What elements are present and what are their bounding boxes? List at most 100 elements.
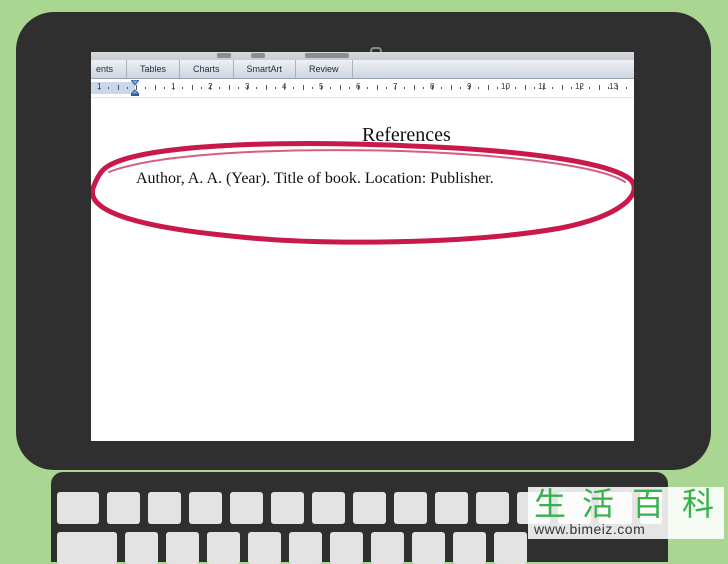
- ruler-tick: [265, 85, 267, 90]
- ruler-tick: [524, 85, 526, 90]
- toolbar-button-stub: [305, 53, 349, 58]
- ruler-tick: [228, 85, 230, 90]
- ruler[interactable]: 1 1 2 3 4 5 6 7 8 9 10 11 12 13: [91, 79, 634, 98]
- ribbon-tabs: ents Tables Charts SmartArt Review: [91, 60, 634, 79]
- ruler-tick: [543, 85, 544, 90]
- ruler-tick: [247, 85, 248, 90]
- ruler-tick: [561, 85, 563, 90]
- ruler-tick: [339, 85, 341, 90]
- ruler-tick: [210, 85, 211, 90]
- key: [330, 532, 363, 564]
- ruler-tick: [293, 87, 295, 89]
- ruler-tick: [487, 85, 489, 90]
- ruler-tick: [496, 87, 498, 89]
- key: [435, 492, 468, 524]
- ruler-tick: [126, 87, 128, 89]
- ruler-tick: [404, 87, 406, 89]
- ruler-tick: [506, 85, 507, 90]
- ruler-tick: [376, 85, 378, 90]
- ruler-tick: [450, 85, 452, 90]
- key: [476, 492, 509, 524]
- document-window: ents Tables Charts SmartArt Review 1 1 2…: [91, 52, 634, 441]
- ruler-tick: [358, 85, 359, 90]
- key: [271, 492, 304, 524]
- ruler-tick: [607, 87, 609, 89]
- tab-tables[interactable]: Tables: [127, 60, 181, 78]
- toolbar-strip: [91, 52, 634, 60]
- reference-entry[interactable]: Author, A. A. (Year). Title of book. Loc…: [136, 170, 494, 188]
- tab-smartart[interactable]: SmartArt: [234, 60, 297, 78]
- ruler-tick: [469, 85, 470, 90]
- ruler-tick: [395, 85, 396, 90]
- watermark-logo-char: 生: [533, 485, 566, 523]
- ruler-tick: [533, 87, 535, 89]
- key: [166, 532, 199, 564]
- ruler-tick: [422, 87, 424, 89]
- watermark-logo-char: 活: [581, 485, 614, 523]
- ruler-tick: [385, 87, 387, 89]
- ruler-tick: [136, 85, 137, 90]
- tab-document-elements[interactable]: ents: [91, 60, 127, 78]
- ruler-tick: [237, 87, 239, 89]
- ruler-tick: [163, 87, 165, 89]
- ruler-tick: [598, 85, 600, 90]
- ruler-tick: [589, 87, 591, 89]
- key: [394, 492, 427, 524]
- watermark: 生 活 百 科 www.bimeiz.com: [528, 487, 724, 539]
- ruler-tick: [108, 87, 110, 89]
- ruler-tick: [145, 87, 147, 89]
- key: [107, 492, 140, 524]
- key: [453, 532, 486, 564]
- toolbar-button-stub: [217, 53, 231, 58]
- watermark-logo-char: 百: [631, 485, 664, 523]
- highlight-ellipse: [91, 141, 634, 245]
- ruler-tick: [182, 87, 184, 89]
- ruler-tick: [570, 87, 572, 89]
- ruler-tick: [274, 87, 276, 89]
- ruler-tick: [117, 85, 119, 90]
- ruler-tick: [413, 85, 415, 90]
- ruler-tick: [441, 87, 443, 89]
- ruler-tick: [284, 85, 285, 90]
- ruler-tick: [626, 87, 628, 89]
- key: [125, 532, 158, 564]
- key: [57, 492, 99, 524]
- tab-review[interactable]: Review: [296, 60, 353, 78]
- ruler-tick: [191, 85, 193, 90]
- key: [312, 492, 345, 524]
- ruler-tick: [200, 87, 202, 89]
- ruler-tick: [348, 87, 350, 89]
- tab-charts[interactable]: Charts: [180, 60, 234, 78]
- ruler-tick: [515, 87, 517, 89]
- ruler-tick: [432, 85, 433, 90]
- ruler-tick: [478, 87, 480, 89]
- ruler-tick: [321, 85, 322, 90]
- toolbar-button-stub: [251, 53, 265, 58]
- key: [353, 492, 386, 524]
- ruler-tick: [617, 85, 618, 90]
- ruler-tick: [256, 87, 258, 89]
- ruler-tick: [154, 85, 156, 90]
- key: [57, 532, 117, 564]
- key: [248, 532, 281, 564]
- ruler-tick: [302, 85, 304, 90]
- key: [412, 532, 445, 564]
- ruler-tick: [219, 87, 221, 89]
- key: [230, 492, 263, 524]
- key: [371, 532, 404, 564]
- ruler-tick: [311, 87, 313, 89]
- key: [148, 492, 181, 524]
- references-heading: References: [362, 124, 451, 146]
- key: [494, 532, 527, 564]
- indent-marker-icon[interactable]: [131, 80, 139, 96]
- ruler-tick: [552, 87, 554, 89]
- ruler-tick: [173, 85, 174, 90]
- ruler-tick: [459, 87, 461, 89]
- key: [207, 532, 240, 564]
- ruler-tick: [330, 87, 332, 89]
- key: [289, 532, 322, 564]
- watermark-logo-char: 科: [681, 485, 714, 523]
- ruler-tick: [367, 87, 369, 89]
- ruler-tick: [580, 85, 581, 90]
- key: [189, 492, 222, 524]
